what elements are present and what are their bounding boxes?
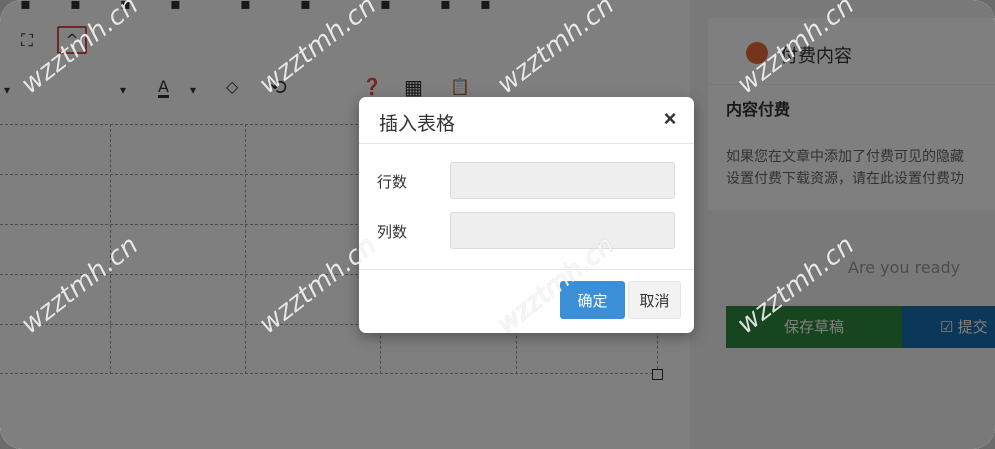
dialog-title: 插入表格 [379, 113, 456, 135]
cols-label: 列数 [377, 223, 408, 241]
dialog-footer-divider [359, 269, 694, 270]
app-frame: ▪ ▪ ▪ ▪ ▪ ▪ ▪ ▪ ▪ ⛶ ^ ▾ ▾ A ▾ ◇ ⟲ ❓ ▦ 📋 [0, 0, 995, 449]
close-button[interactable]: × [659, 107, 681, 131]
rows-label: 行数 [377, 173, 408, 191]
cols-input[interactable] [450, 212, 675, 249]
insert-table-dialog: 插入表格 × 行数 列数 确定 取消 [359, 97, 694, 333]
cancel-button[interactable]: 取消 [628, 281, 681, 319]
rows-input[interactable] [450, 162, 675, 199]
confirm-button[interactable]: 确定 [560, 281, 625, 319]
dialog-header-divider [359, 143, 694, 144]
